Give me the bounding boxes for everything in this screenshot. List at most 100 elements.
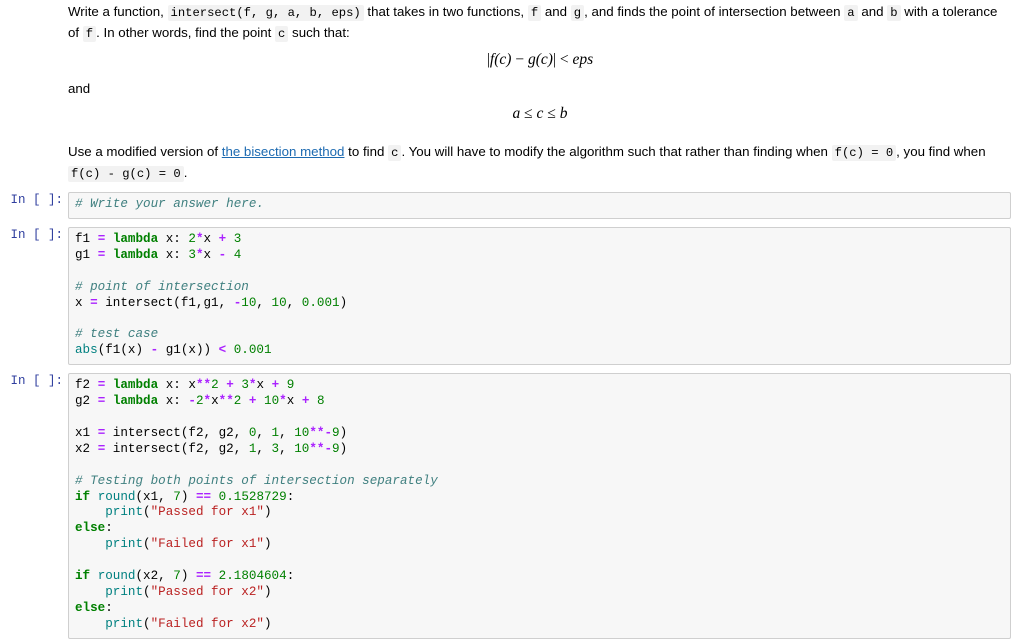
code-token: )	[339, 425, 348, 440]
code-cell-prompt: In [ ]:	[10, 193, 63, 207]
code-cell[interactable]: In [ ]: f2 = lambda x: x**2 + 3*x + 9 g2 …	[0, 373, 1024, 639]
code-token: (	[143, 537, 151, 552]
code-token: g1	[75, 247, 98, 262]
code-cell-editor[interactable]: f2 = lambda x: x**2 + 3*x + 9 g2 = lambd…	[68, 373, 1011, 639]
code-token: =	[90, 295, 98, 310]
code-cell[interactable]: In [ ]: f1 = lambda x: 2*x + 3 g1 = lambd…	[0, 226, 1024, 366]
equation-tolerance: |f(c) − g(c)| < eps	[68, 50, 1012, 69]
equation-minus: −	[511, 51, 528, 68]
code-token: # Testing both points of intersection se…	[75, 473, 438, 488]
code-token: **	[218, 394, 234, 409]
inline-code-a: a	[844, 5, 858, 21]
code-token: intersect(f2, g2,	[105, 441, 249, 456]
code-token: "Passed for x1"	[150, 505, 264, 520]
code-token: :	[105, 600, 113, 615]
code-cell-list: In [ ]: # Write your answer here. In [ ]: f…	[0, 192, 1024, 639]
equation-le-1: ≤	[520, 105, 537, 122]
inline-code-c: c	[275, 26, 289, 42]
code-token: lambda	[112, 231, 159, 246]
code-cell-source[interactable]: f2 = lambda x: x**2 + 3*x + 9 g2 = lambd…	[75, 378, 1004, 633]
markdown-paragraph-2: Use a modified version of the bisection …	[68, 142, 1012, 184]
md-text: such that:	[292, 25, 350, 40]
code-token: "Passed for x2"	[150, 584, 264, 599]
code-token: print	[105, 616, 144, 631]
code-token: x	[75, 295, 91, 310]
md-text: to find	[348, 144, 385, 159]
code-cell-editor[interactable]: f1 = lambda x: 2*x + 3 g1 = lambda x: 3*…	[68, 226, 1011, 366]
code-token: (	[143, 505, 151, 520]
md-text: .	[183, 165, 188, 180]
code-token: (f1(x)	[97, 343, 151, 358]
equation-interval: a ≤ c ≤ b	[68, 104, 1012, 123]
code-token: *	[203, 394, 212, 409]
code-token: ,	[286, 295, 302, 310]
code-token: x:	[158, 231, 189, 246]
code-token: print	[105, 505, 144, 520]
code-token: if	[75, 489, 91, 504]
code-cell-source[interactable]: # Write your answer here.	[75, 197, 1004, 213]
code-token: :	[105, 521, 113, 536]
inline-code-f: f	[527, 5, 542, 21]
code-token: 8	[316, 394, 325, 409]
code-token: 2	[188, 231, 196, 246]
code-token: 10	[271, 295, 287, 310]
code-token: *	[195, 247, 204, 262]
code-token: lambda	[112, 378, 159, 393]
code-token: *	[195, 231, 204, 246]
code-token: )	[180, 489, 196, 504]
code-token: "Failed for x2"	[150, 616, 264, 631]
code-token: 2.1804604	[218, 569, 287, 584]
code-token: lambda	[112, 247, 159, 262]
code-token: **-	[309, 425, 333, 440]
code-token: x	[256, 378, 272, 393]
equation-g-arg: (c)	[535, 51, 553, 68]
code-token: 7	[173, 489, 181, 504]
code-token: -	[188, 394, 196, 409]
code-token: *	[279, 394, 287, 409]
code-token: 0.001	[233, 343, 272, 358]
inline-code-b: b	[887, 5, 901, 21]
md-text: , you find when	[896, 144, 986, 159]
code-token: **-	[309, 441, 333, 456]
code-token: ,	[256, 441, 272, 456]
code-cell-source[interactable]: f1 = lambda x: 2*x + 3 g1 = lambda x: 3*…	[75, 232, 1004, 359]
code-token: 3	[271, 441, 280, 456]
code-token: x	[286, 394, 302, 409]
code-token: round	[97, 569, 136, 584]
md-text: and	[544, 4, 568, 19]
code-token: x1	[75, 425, 98, 440]
code-cell-prompt: In [ ]:	[10, 374, 63, 389]
code-token: "Failed for x1"	[150, 537, 264, 552]
code-token: )	[263, 616, 272, 631]
markdown-cell[interactable]: Write a function, intersect(f, g, a, b, …	[0, 0, 1024, 184]
code-token: print	[105, 537, 144, 552]
code-token: 2	[211, 378, 219, 393]
code-token: x	[203, 247, 219, 262]
code-token: # Write your answer here.	[75, 197, 264, 211]
code-token: 3	[188, 247, 196, 262]
equation-b: b	[559, 105, 568, 122]
bisection-method-link[interactable]: the bisection method	[222, 144, 345, 159]
code-token: 1	[271, 425, 280, 440]
code-token: 9	[286, 378, 295, 393]
inline-code-f-tolerance: f	[82, 26, 97, 42]
code-token: :	[286, 569, 295, 584]
inline-code-intersect-signature: intersect(f, g, a, b, eps)	[167, 5, 364, 21]
code-cell[interactable]: In [ ]: # Write your answer here.	[0, 192, 1024, 219]
code-token: g1(x))	[158, 343, 219, 358]
markdown-paragraph-1: Write a function, intersect(f, g, a, b, …	[68, 2, 1012, 44]
code-token: x	[211, 394, 219, 409]
code-cell-editor[interactable]: # Write your answer here.	[68, 192, 1011, 219]
code-token: )	[263, 584, 272, 599]
